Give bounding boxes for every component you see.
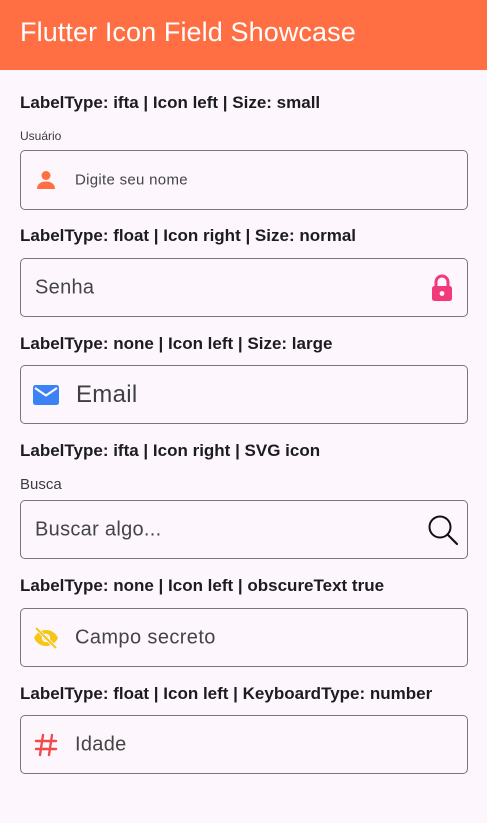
section-title-search: LabelType: ifta | Icon right | SVG icon [20,441,321,460]
visibility-off-icon [32,626,60,650]
email-placeholder: Email [76,380,138,408]
email-icon [32,384,60,406]
section-title-username: LabelType: ifta | Icon left | Size: smal… [20,93,321,112]
secret-field[interactable]: Campo secreto [20,608,468,667]
search-ifta-label: Busca [20,476,62,493]
search-field[interactable]: Buscar algo... [20,500,468,559]
app-bar: Flutter Icon Field Showcase [0,0,487,70]
lock-icon [429,274,455,302]
email-field[interactable]: Email [20,365,468,424]
section-title-password: LabelType: float | Icon right | Size: no… [20,226,357,245]
section-title-secret: LabelType: none | Icon left | obscureTex… [20,576,385,595]
app-bar-title: Flutter Icon Field Showcase [20,17,356,47]
search-placeholder: Buscar algo... [35,518,162,540]
password-field[interactable]: Senha [20,258,468,317]
password-placeholder: Senha [35,276,95,298]
section-title-age: LabelType: float | Icon left | KeyboardT… [20,684,433,703]
age-field[interactable]: Idade [20,715,468,774]
person-icon [34,168,58,192]
age-placeholder: Idade [75,733,127,755]
username-ifta-label: Usuário [20,129,62,143]
username-field[interactable]: Digite seu nome [20,150,468,210]
search-icon [427,514,459,546]
secret-placeholder: Campo secreto [75,626,216,648]
username-placeholder: Digite seu nome [75,171,188,189]
hashtag-icon [34,733,58,757]
section-title-email: LabelType: none | Icon left | Size: larg… [20,334,333,353]
